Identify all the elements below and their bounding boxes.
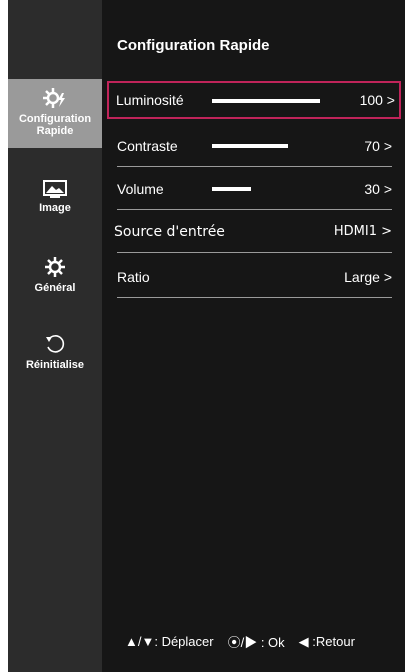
contraste-level-bar [212,144,288,148]
menu-row-contraste[interactable]: Contraste 70 > [110,126,398,167]
sidebar-item-general[interactable]: Général [8,256,102,300]
menu-row-value: 30 > [364,181,392,197]
gear-lightning-icon [43,88,65,108]
sidebar-item-label: Réinitialise [25,359,85,371]
sidebar-item-label: Image [39,202,71,214]
picture-icon [43,180,67,198]
menu-row-value: 100 > [359,92,395,108]
menu-row-label: Source d'entrée [114,224,225,240]
menu-row-label: Luminosité [116,92,184,108]
divider [117,252,392,253]
sidebar-item-image[interactable]: Image [8,180,102,220]
menu-row-ratio[interactable]: Ratio Large > [110,257,398,298]
luminosite-level-bar [212,99,320,103]
sidebar-item-label: Général [34,282,76,294]
sidebar-item-label: Rapide [36,125,74,137]
sidebar-item-reinitialise[interactable]: Réinitialise [8,333,102,375]
menu-row-luminosite[interactable]: Luminosité 100 > [107,81,401,119]
divider [117,297,392,298]
sidebar-item-label: Configuration [18,113,92,125]
menu-row-label: Ratio [117,269,150,285]
page-title: Configuration Rapide [117,37,270,54]
footer-hints: ▲/▼: Déplacer ⦿/▶ : Ok ◀ :Retour [125,632,395,651]
reset-icon [46,335,65,353]
ok-hint: ⦿/▶ : Ok [227,635,285,650]
menu-row-value: Large > [344,269,392,285]
volume-level-bar [212,187,251,191]
sidebar-item-configuration-rapide[interactable]: Configuration Rapide [8,79,102,148]
menu-row-volume[interactable]: Volume 30 > [110,169,398,210]
divider [117,209,392,210]
menu-row-source-entree[interactable]: Source d'entrée HDMI1 > [110,212,398,253]
gear-icon [45,257,65,277]
back-hint: ◀ :Retour [298,633,355,649]
menu-row-label: Volume [117,181,164,197]
menu-row-value: 70 > [364,138,392,154]
menu-row-value: HDMI1 > [333,224,392,239]
move-hint: ▲/▼: Déplacer [125,634,214,649]
menu-row-label: Contraste [117,138,178,154]
divider [117,166,392,167]
